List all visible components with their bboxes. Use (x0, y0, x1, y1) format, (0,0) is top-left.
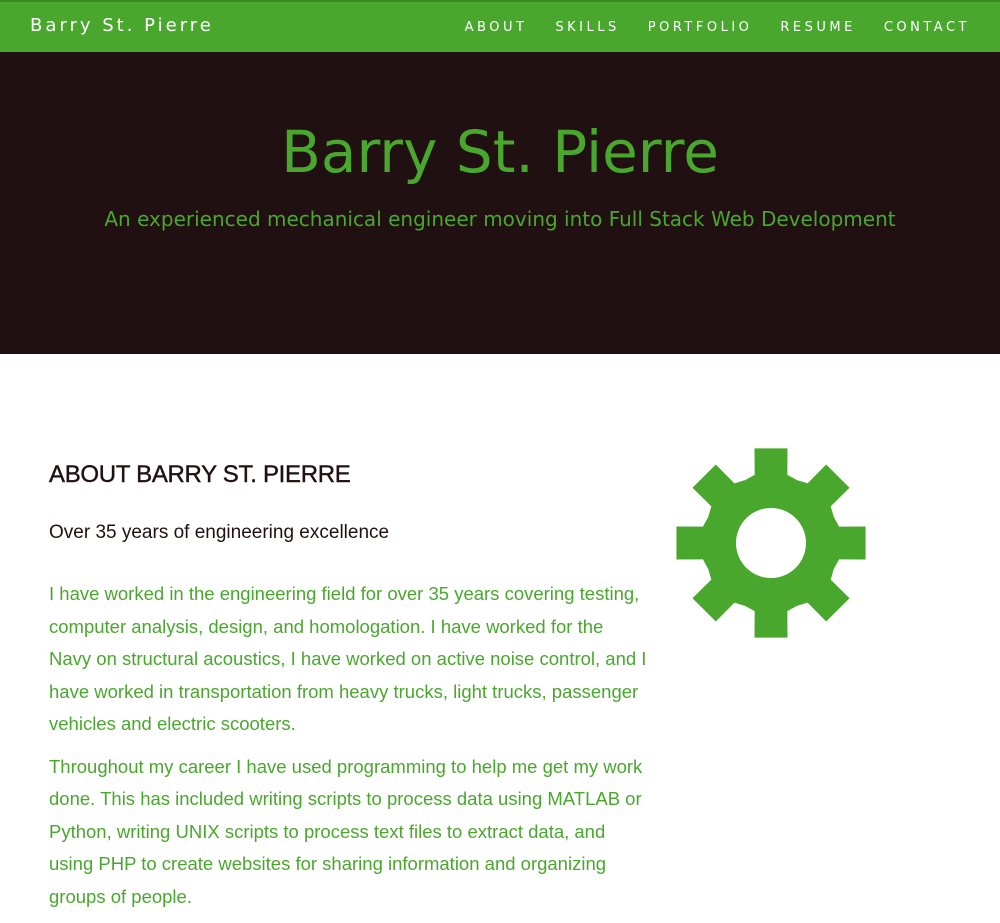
hero-title: Barry St. Pierre (281, 118, 719, 186)
hero-section: Barry St. Pierre An experienced mechanic… (0, 52, 1000, 354)
about-heading: ABOUT BARRY ST. PIERRE (49, 461, 351, 488)
nav-links: ABOUT SKILLS PORTFOLIO RESUME CONTACT (437, 20, 970, 35)
about-paragraph: Throughout my career I have used program… (49, 755, 643, 907)
about-paragraph: I have worked in the engineering field f… (49, 583, 647, 734)
nav-link-contact[interactable]: CONTACT (884, 20, 970, 35)
brand-link[interactable]: Barry St. Pierre (30, 15, 214, 36)
about-text: I have worked in the engineering field f… (49, 578, 649, 923)
gear-icon (674, 446, 868, 640)
nav-link-about[interactable]: ABOUT (465, 20, 528, 35)
navbar: Barry St. Pierre ABOUT SKILLS PORTFOLIO … (0, 2, 1000, 52)
hero-subtitle: An experienced mechanical engineer movin… (104, 207, 896, 231)
about-tagline: Over 35 years of engineering excellence (49, 522, 390, 543)
about-section: ABOUT BARRY ST. PIERRE Over 35 years of … (0, 354, 1000, 907)
nav-link-resume[interactable]: RESUME (780, 20, 855, 35)
nav-link-skills[interactable]: SKILLS (555, 20, 619, 35)
nav-link-portfolio[interactable]: PORTFOLIO (648, 20, 753, 35)
gear-icon-svg (676, 448, 866, 638)
